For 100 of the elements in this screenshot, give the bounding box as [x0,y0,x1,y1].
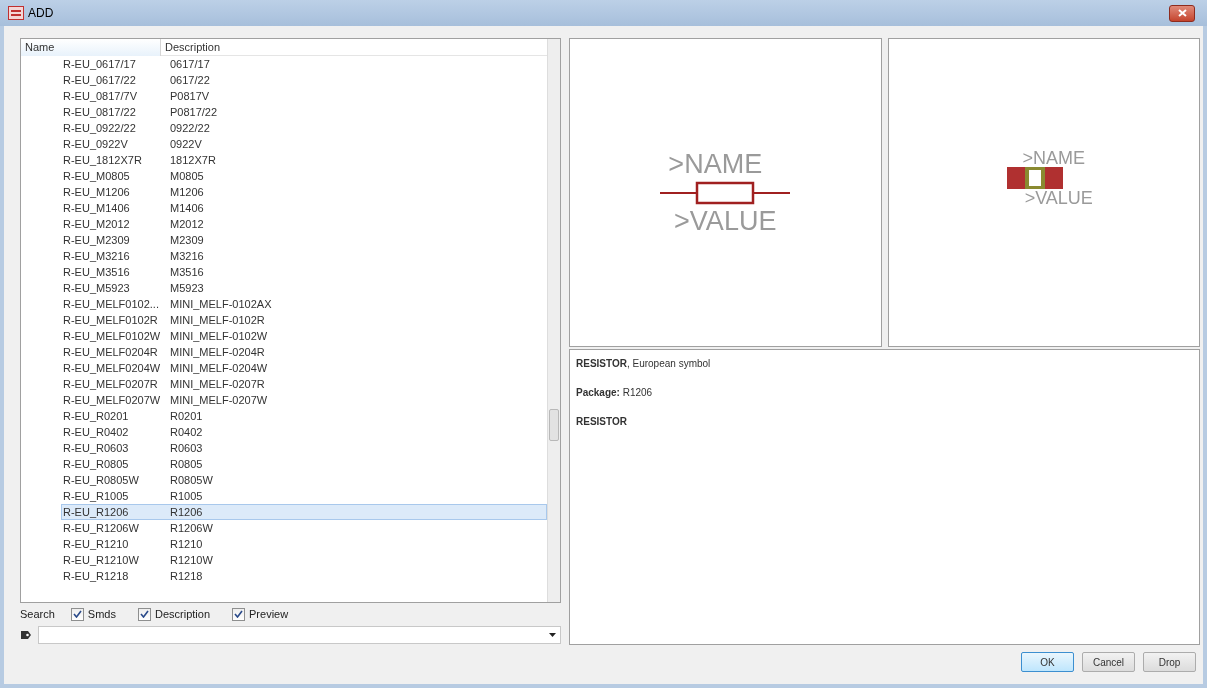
list-row[interactable]: R-EU_M2012 M2012 [61,216,547,232]
list-row[interactable]: R-EU_R0201 R0201 [61,408,547,424]
list-row[interactable]: R-EU_M5923 M5923 [61,280,547,296]
dialog-button[interactable]: Cancel [1082,652,1135,672]
table-cell-text: R-EU_0617/22 [62,72,137,88]
table-cell-text: R-EU_M3216 [62,248,131,264]
resistor-footprint-drawing [1006,166,1063,189]
table-cell-text: R-EU_R1210W [62,552,140,568]
table-cell-text: R-EU_M2309 [62,232,131,248]
table-cell-text: M2309 [170,232,204,248]
list-row[interactable]: R-EU_R0805 R0805 [61,456,547,472]
table-cell-text: R0402 [170,424,203,440]
close-button[interactable] [1169,4,1195,22]
table-cell-text: MINI_MELF-0102AX [170,296,272,312]
list-row[interactable]: R-EU_0817/7V P0817V [61,88,547,104]
table-cell-text: R1210W [170,552,213,568]
list-row[interactable]: R-EU_R0603 R0603 [61,440,547,456]
table-cell-text: R-EU_0817/7V [62,88,138,104]
list-row[interactable]: R-EU_0922V 0922V [61,136,547,152]
checkbox[interactable] [232,607,245,621]
table-cell-text: R-EU_MELF0204R [62,344,159,360]
list-row[interactable]: R-EU_M1406 M1406 [61,200,547,216]
list-row[interactable]: R-EU_1812X7R 1812X7R [61,152,547,168]
checkbox[interactable] [138,607,151,621]
table-cell-text: R0201 [170,408,203,424]
table-cell-text: R0603 [170,440,203,456]
list-row[interactable]: R-EU_M0805 M0805 [61,168,547,184]
list-row[interactable]: R-EU_0922/22 0922/22 [61,120,547,136]
dropdown-icon [549,633,556,637]
name-label: >NAME [1022,148,1085,167]
table-cell-text: 0922V [170,136,202,152]
dialog-button[interactable]: OK [1021,652,1074,672]
checkbox-option[interactable]: Description [138,605,210,623]
table-cell-text: R1206W [170,520,213,536]
table-cell-text: R-EU_MELF0204W [62,360,162,376]
list-row[interactable]: R-EU_R0402 R0402 [61,424,547,440]
list-row[interactable]: R-EU_MELF0102R MINI_MELF-0102R [61,312,547,328]
table-cell-text: R-EU_M1406 [62,200,131,216]
table-cell-text: R-EU_R0201 [62,408,130,424]
list-row[interactable]: R-EU_M2309 M2309 [61,232,547,248]
table-cell-text: R1005 [170,488,203,504]
table-cell-text: R-EU_R1206W [62,520,140,536]
table-cell-text: R0805 [170,456,203,472]
table-cell-text: R-EU_MELF0207R [62,376,159,392]
search-label: Search [20,606,55,622]
table-cell-text: 0617/17 [170,56,210,72]
table-cell-text: R1210 [170,536,203,552]
table-cell-text: MINI_MELF-0207W [170,392,268,408]
table-cell-text: P0817V [170,88,210,104]
list-row[interactable]: R-EU_M3516 M3516 [61,264,547,280]
list-row[interactable]: R-EU_MELF0102... MINI_MELF-0102AX [61,296,547,312]
table-cell-text: M1406 [170,200,204,216]
list-row[interactable]: R-EU_MELF0102W MINI_MELF-0102W [61,328,547,344]
table-cell-text: R-EU_R0603 [62,440,130,456]
checkbox[interactable] [70,607,84,621]
list-row[interactable]: R-EU_MELF0204R MINI_MELF-0204R [61,344,547,360]
table-cell-text: R-EU_M1206 [62,184,131,200]
list-row[interactable]: R-EU_0617/17 0617/17 [61,56,547,72]
table-cell-text: R-EU_0817/22 [62,104,137,120]
table-cell-text: R-EU_M2012 [62,216,131,232]
name-label: >NAME [668,150,763,178]
list-row[interactable]: R-EU_MELF0204W MINI_MELF-0204W [61,360,547,376]
table-cell-text: R-EU_1812X7R [62,152,143,168]
scrollbar[interactable] [547,39,560,602]
list-row[interactable]: R-EU_R1206 R1206 [61,504,547,520]
table-cell-text: 0922/22 [170,120,210,136]
list-row[interactable]: R-EU_M3216 M3216 [61,248,547,264]
table-cell-text: R-EU_0922/22 [62,120,137,136]
list-row[interactable]: R-EU_0617/22 0617/22 [61,72,547,88]
list-row[interactable]: R-EU_R1005 R1005 [61,488,547,504]
table-cell-text: M3216 [170,248,204,264]
table-cell-text: R-EU_MELF0102R [62,312,159,328]
list-row[interactable]: R-EU_R1218 R1218 [61,568,547,584]
description-text: Package: R1206 [576,386,654,400]
table-cell-text: M0805 [170,168,204,184]
list-row[interactable]: R-EU_R0805W R0805W [61,472,547,488]
description-text: RESISTOR [576,415,628,429]
list-row[interactable]: R-EU_MELF0207W MINI_MELF-0207W [61,392,547,408]
table-cell-text: R-EU_M0805 [62,168,131,184]
checkbox-option[interactable]: Smds [70,605,116,623]
table-cell-text: 1812X7R [170,152,216,168]
list-row[interactable]: R-EU_0817/22 P0817/22 [61,104,547,120]
search-field[interactable] [38,626,561,644]
list-row[interactable]: R-EU_M1206 M1206 [61,184,547,200]
list-row[interactable]: R-EU_R1210W R1210W [61,552,547,568]
list-row[interactable]: R-EU_R1206W R1206W [61,520,547,536]
close-icon [1177,9,1187,17]
check-icon [72,610,82,618]
list-row[interactable]: R-EU_MELF0207R MINI_MELF-0207R [61,376,547,392]
list-row[interactable]: R-EU_R1210 R1210 [61,536,547,552]
dialog-button[interactable]: Drop [1143,652,1196,672]
tag-icon [20,630,32,640]
table-cell-text: M5923 [170,280,204,296]
table-cell-text: R-EU_R1210 [62,536,130,552]
table-cell-text: MINI_MELF-0207R [170,376,265,392]
checkbox-option[interactable]: Preview [232,605,289,623]
column-header[interactable]: Name [21,39,161,56]
table-cell-text: R-EU_MELF0102W [62,328,162,344]
description-text: RESISTOR, European symbol [576,357,712,371]
app-icon [8,6,24,20]
